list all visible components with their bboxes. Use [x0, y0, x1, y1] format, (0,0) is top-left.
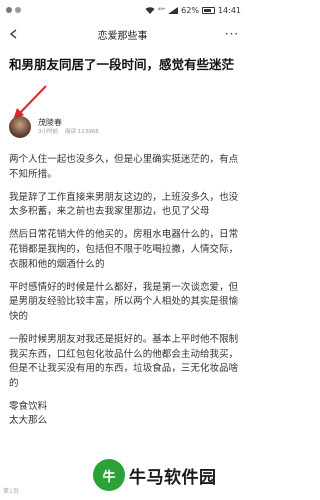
paragraph: 两个人住一起也没多久，但是心里确实挺迷茫的，有点不知所措。 — [9, 154, 239, 180]
battery-percent: 62% — [181, 5, 199, 15]
more-options-icon[interactable]: ··· — [223, 26, 241, 42]
paragraph: 一般时候男朋友对我还是挺好的。基本上平时他不限制我买东西，口红包包化妆品什么的他… — [9, 333, 239, 389]
paragraph: 然后日常花销大件的他买的，房租水电器什么的，日常花销都是我掏的，包括但不限于吃喝… — [9, 229, 239, 270]
watermark-text: 牛马软件园 — [129, 467, 217, 488]
page-indicator: 第1页 — [3, 488, 19, 495]
wifi-icon — [145, 6, 155, 14]
header: 恋爱那些事 ··· — [0, 20, 247, 48]
watermark-logo-icon: 牛 — [93, 459, 125, 491]
network-type: ⁴⁶ᐩ — [158, 6, 166, 14]
paragraph: 太大那么 — [9, 415, 48, 427]
author-bar: 茂陵春 3小时前 阅读 123968 — [9, 112, 229, 142]
back-arrow-icon[interactable] — [6, 26, 22, 42]
clock: 14:41 — [217, 5, 241, 15]
paragraph: 零食饮料 — [9, 400, 48, 412]
notification-dot-icon — [15, 7, 21, 13]
read-count: 阅读 123968 — [65, 129, 99, 135]
status-right: ⁴⁶ᐩ 62% 14:41 — [145, 6, 241, 15]
paragraph: 我是辞了工作直接来男朋友这边的，上班没多久，也没太多积蓄，来之前也去我家里那边，… — [9, 191, 239, 218]
status-bar: ⁴⁶ᐩ 62% 14:41 — [0, 0, 247, 20]
header-title: 恋爱那些事 — [97, 30, 148, 42]
battery-icon — [201, 6, 215, 14]
author-name[interactable]: 茂陵春 — [38, 117, 99, 128]
author-avatar[interactable] — [9, 116, 31, 138]
watermark: 牛 牛马软件园 — [93, 458, 217, 492]
screen: ⁴⁶ᐩ 62% 14:41 恋爱那些事 ··· 和男朋友同居了一段时间，感觉有些… — [0, 0, 247, 500]
paragraph: 平时感情好的时候是什么都好，我是第一次谈恋爱，但是男朋友经验比较丰富，所以两个人… — [9, 281, 239, 322]
notification-dot-icon — [6, 7, 12, 13]
author-meta: 3小时前 阅读 123968 — [38, 128, 99, 137]
article-body: 两个人住一起也没多久，但是心里确实挺迷茫的，有点不知所措。 我是辞了工作直接来男… — [9, 153, 241, 429]
status-left — [6, 7, 21, 13]
post-time: 3小时前 — [38, 129, 58, 135]
article-title: 和男朋友同居了一段时间，感觉有些迷茫 — [9, 57, 235, 72]
author-info: 茂陵春 3小时前 阅读 123968 — [38, 117, 99, 137]
signal-icon — [168, 6, 179, 14]
